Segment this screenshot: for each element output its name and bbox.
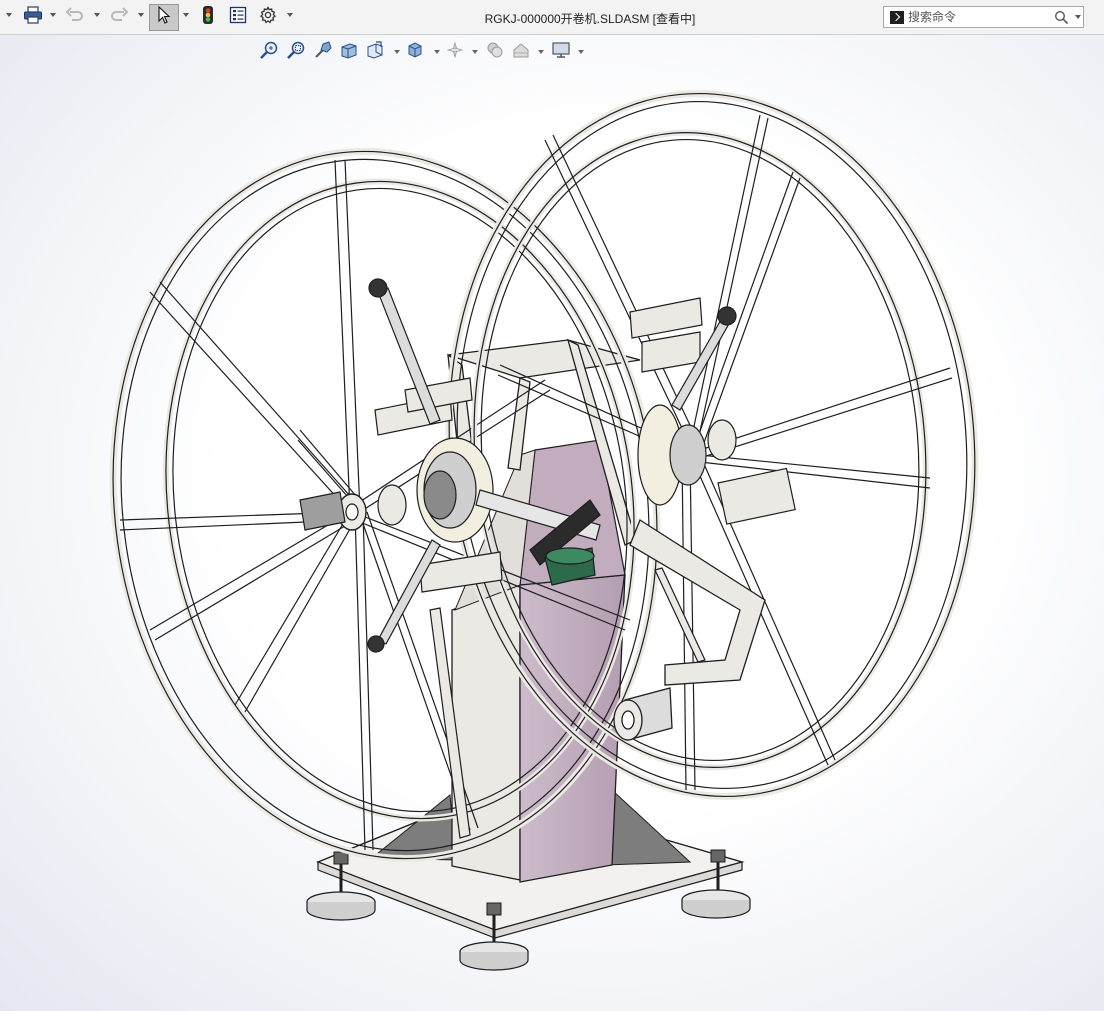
hub-right[interactable] [637, 404, 796, 525]
graphics-viewport[interactable] [0, 35, 1104, 1011]
model-3d-view[interactable] [0, 35, 1104, 1011]
rebuild-button[interactable] [196, 5, 220, 29]
redo-icon [109, 6, 129, 29]
command-search-box[interactable] [883, 6, 1084, 28]
search-dropdown-arrow[interactable] [1075, 15, 1081, 19]
select-button[interactable] [149, 4, 179, 31]
search-input[interactable] [908, 9, 1048, 25]
cursor-arrow-icon [156, 5, 172, 30]
print-dropdown-arrow[interactable] [50, 13, 56, 17]
command-prompt-icon [890, 11, 904, 24]
traffic-light-icon [202, 5, 214, 30]
menu-dropdown-arrow[interactable] [6, 13, 12, 17]
undo-icon [65, 6, 85, 29]
file-properties-icon [229, 6, 247, 29]
undo-dropdown-arrow[interactable] [94, 13, 100, 17]
options-button[interactable] [256, 5, 280, 29]
options-dropdown-arrow[interactable] [287, 13, 293, 17]
gear-icon [259, 5, 277, 29]
redo-dropdown-arrow[interactable] [138, 13, 144, 17]
file-properties-button[interactable] [226, 5, 250, 29]
printer-icon [23, 5, 43, 29]
undo-button[interactable] [62, 5, 88, 29]
title-bar: RGKJ-000000开卷机.SLDASM [查看中] [0, 0, 1104, 35]
hub-left[interactable] [299, 437, 494, 543]
select-dropdown-arrow[interactable] [183, 13, 189, 17]
window-title: RGKJ-000000开卷机.SLDASM [查看中] [484, 12, 696, 26]
redo-button[interactable] [106, 5, 132, 29]
gusset-right [604, 788, 692, 866]
search-icon[interactable] [1054, 10, 1069, 30]
print-button[interactable] [20, 5, 46, 29]
